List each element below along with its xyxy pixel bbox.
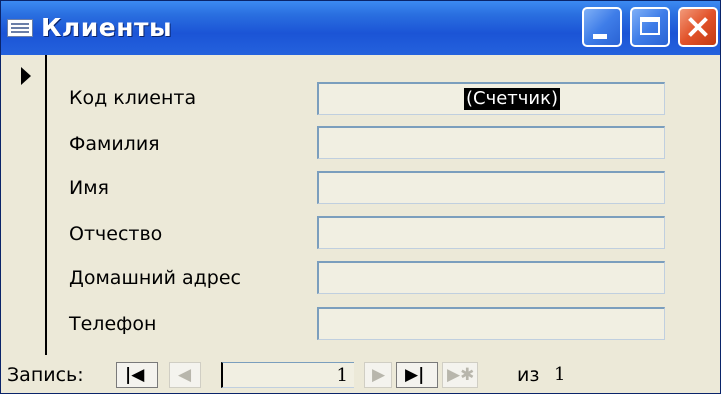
current-record-icon	[21, 67, 31, 85]
last-name-field[interactable]	[317, 126, 665, 159]
title-bar[interactable]: Клиенты	[1, 1, 720, 55]
minimize-icon	[593, 34, 607, 39]
current-record-input[interactable]: 1	[221, 362, 354, 388]
record-navigation-bar: Запись: |◀ ◀ 1 ▶ ▶| ▶✱ из 1	[1, 356, 720, 393]
next-record-icon: ▶	[372, 365, 386, 385]
label-client-id: Код клиента	[69, 87, 197, 109]
first-record-button[interactable]: |◀	[116, 362, 158, 388]
of-label: из	[517, 364, 540, 386]
record-selector[interactable]	[9, 55, 47, 355]
current-record-number: 1	[336, 365, 348, 386]
previous-record-button[interactable]: ◀	[169, 362, 201, 388]
record-label: Запись:	[7, 364, 84, 386]
client-id-value: (Счетчик)	[463, 88, 560, 110]
window-title: Клиенты	[41, 13, 173, 42]
patronymic-field[interactable]	[317, 216, 665, 249]
client-id-field[interactable]: (Счетчик)	[317, 82, 665, 115]
total-records: 1	[554, 364, 566, 385]
close-icon	[680, 9, 716, 45]
new-record-icon: ▶✱	[447, 365, 475, 385]
first-name-field[interactable]	[317, 171, 665, 204]
previous-record-icon: ◀	[178, 365, 192, 385]
label-last-name: Фамилия	[69, 133, 160, 155]
label-first-name: Имя	[69, 177, 109, 199]
new-record-button[interactable]: ▶✱	[442, 362, 478, 388]
first-record-icon: |◀	[125, 365, 145, 385]
label-home-address: Домашний адрес	[69, 267, 241, 289]
close-button[interactable]	[678, 7, 718, 47]
maximize-button[interactable]	[630, 7, 670, 47]
last-record-icon: ▶|	[405, 365, 425, 385]
next-record-button[interactable]: ▶	[364, 362, 392, 388]
label-phone: Телефон	[69, 313, 157, 335]
form-icon[interactable]	[7, 19, 33, 37]
home-address-field[interactable]	[317, 261, 665, 294]
last-record-button[interactable]: ▶|	[396, 362, 438, 388]
maximize-icon	[640, 17, 660, 35]
label-patronymic: Отчество	[69, 223, 163, 245]
form-window: Клиенты Код клиента (Счетчик) Фамилия Им…	[0, 0, 721, 394]
phone-field[interactable]	[317, 307, 665, 340]
minimize-button[interactable]	[582, 7, 622, 47]
